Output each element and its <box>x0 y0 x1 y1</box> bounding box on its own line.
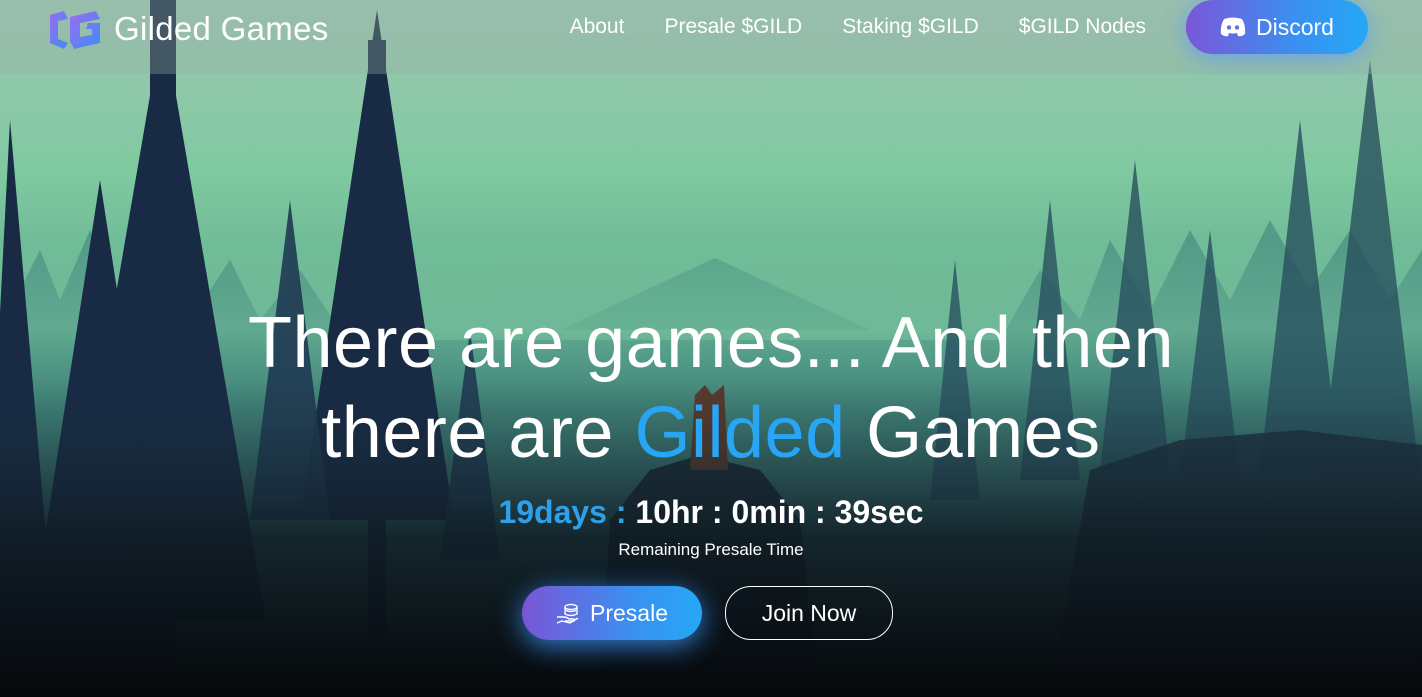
discord-icon <box>1220 17 1246 37</box>
brand[interactable]: Gilded Games <box>46 8 329 50</box>
join-now-button-label: Join Now <box>761 599 857 626</box>
countdown-separator: : <box>806 494 835 530</box>
presale-button[interactable]: Presale <box>522 586 702 640</box>
nav-link-gild-nodes[interactable]: $GILD Nodes <box>1019 15 1146 39</box>
countdown-seconds: 39sec <box>834 494 924 530</box>
brand-name: Gilded Games <box>114 10 329 47</box>
hero-headline-line-2-prefix: there are <box>321 393 635 473</box>
coins-in-hand-icon <box>556 603 579 624</box>
join-now-button[interactable]: Join Now <box>725 586 893 640</box>
nav-link-staking-gild[interactable]: Staking $GILD <box>842 15 979 39</box>
hero-headline: There are games... And then there are Gi… <box>0 298 1422 478</box>
hero-headline-accent: Gilded <box>634 393 846 473</box>
countdown-minutes: 0min <box>731 494 807 530</box>
gilded-games-logo-icon <box>50 11 100 49</box>
presale-button-label: Presale <box>590 599 668 626</box>
main-nav: About Presale $GILD Staking $GILD $GILD … <box>530 12 1146 42</box>
hero-headline-line-1: There are games... And then <box>247 303 1175 383</box>
landing-page: Gilded Games About Presale $GILD Staking… <box>0 0 1422 697</box>
nav-link-about[interactable]: About <box>570 15 625 39</box>
discord-button-label: Discord <box>1256 13 1334 40</box>
countdown-days: 19days : <box>498 494 636 530</box>
discord-button[interactable]: Discord <box>1186 0 1368 54</box>
hero-headline-line-2-suffix: Games <box>845 393 1101 473</box>
nav-link-presale-gild[interactable]: Presale $GILD <box>664 15 802 39</box>
countdown-separator: : <box>703 494 732 530</box>
countdown-caption: Remaining Presale Time <box>618 540 804 559</box>
presale-countdown: 19days : 10hr : 0min : 39sec <box>0 494 1422 531</box>
countdown-hours: 10hr <box>635 494 703 530</box>
